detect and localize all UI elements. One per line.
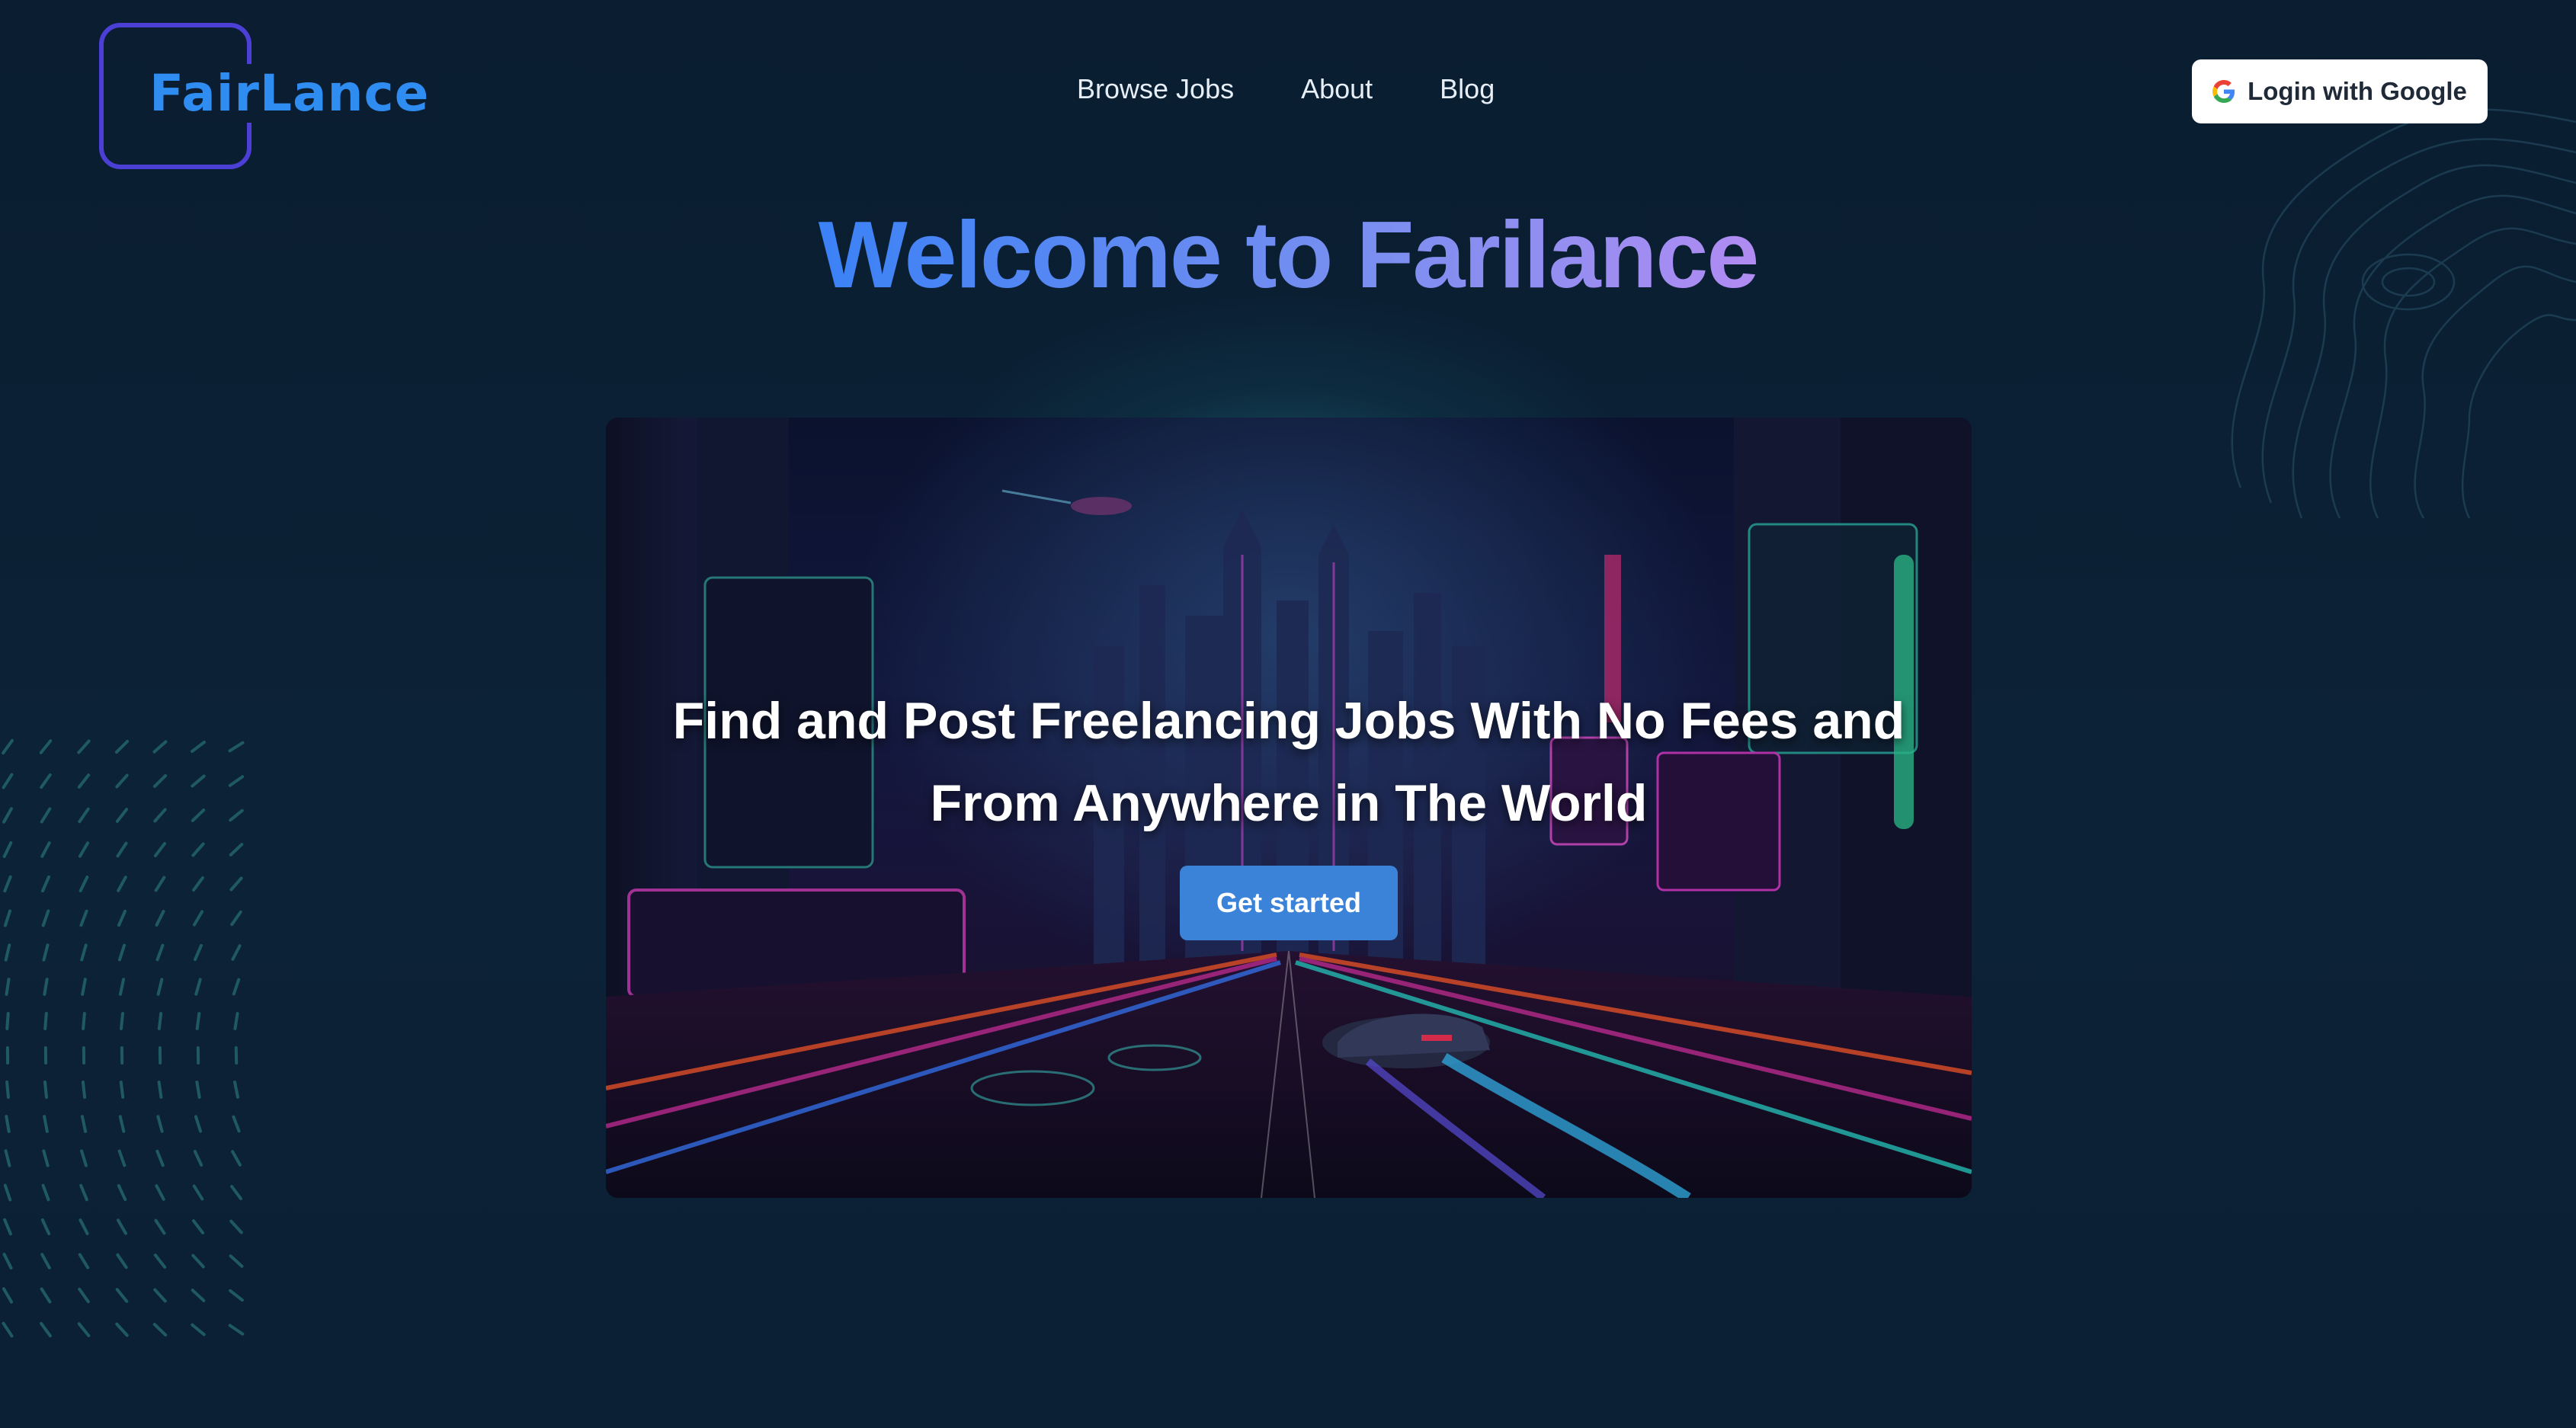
login-with-google-button[interactable]: Login with Google: [2192, 59, 2488, 123]
page-title-text: Welcome to Farilance: [818, 203, 1760, 308]
logo-text[interactable]: FairLance: [146, 64, 433, 123]
nav-about[interactable]: About: [1301, 73, 1373, 105]
banner-heading: Find and Post Freelancing Jobs With No F…: [606, 680, 1972, 844]
landing-page: FairLance Browse Jobs About Blog Login w…: [0, 0, 2576, 1428]
get-started-button[interactable]: Get started: [1180, 866, 1398, 940]
nav-browse-jobs[interactable]: Browse Jobs: [1077, 73, 1234, 105]
google-icon: [2212, 80, 2235, 103]
main-nav: Browse Jobs About Blog: [1077, 73, 1495, 105]
decorative-dash-pattern: [2, 738, 245, 1338]
page-title: Welcome to Farilance: [0, 201, 2576, 309]
banner-heading-line-2: From Anywhere in The World: [930, 774, 1648, 832]
banner-heading-line-1: Find and Post Freelancing Jobs With No F…: [672, 692, 1905, 750]
login-label: Login with Google: [2248, 77, 2467, 105]
hero-banner: Find and Post Freelancing Jobs With No F…: [606, 418, 1972, 1198]
nav-blog[interactable]: Blog: [1440, 73, 1495, 105]
